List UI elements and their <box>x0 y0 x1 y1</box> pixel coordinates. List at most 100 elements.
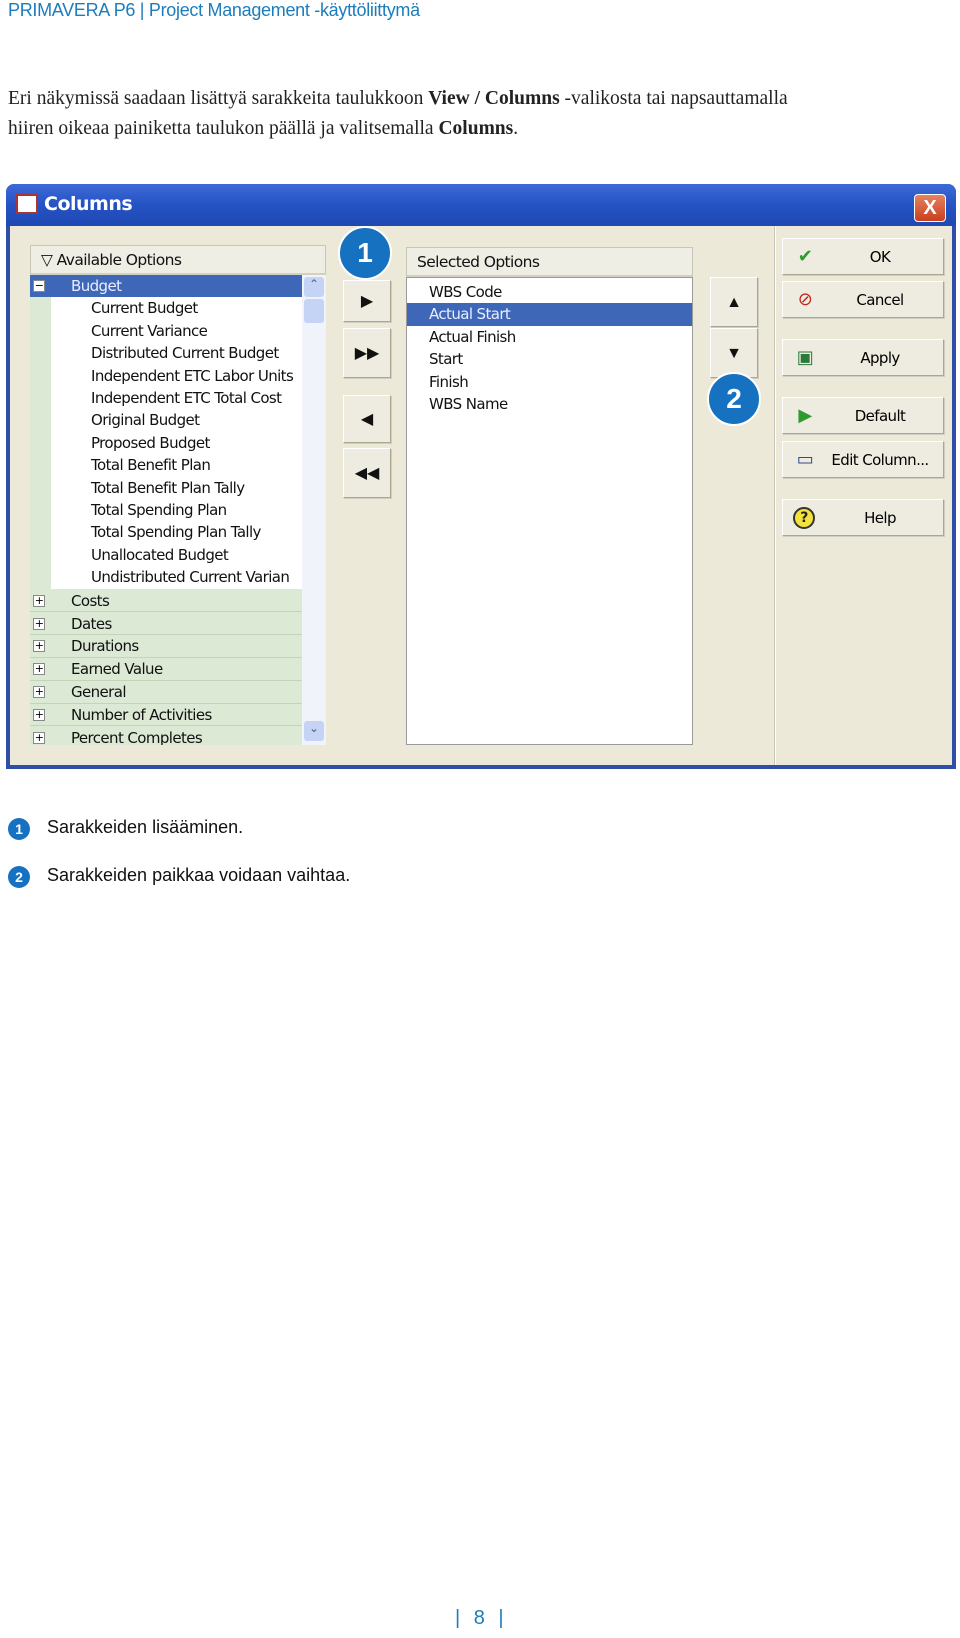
divider <box>774 226 776 765</box>
remove-all-columns-button[interactable]: ◀◀ <box>343 448 391 498</box>
selected-option-item[interactable]: Start <box>407 348 692 370</box>
cancel-icon: ⊘ <box>797 289 813 310</box>
tree-item[interactable]: Independent ETC Total Cost <box>51 387 302 410</box>
ok-button[interactable]: ✔ OK <box>782 238 944 275</box>
button-label: Edit Column... <box>831 451 929 469</box>
page-header: PRIMAVERA P6 | Project Management -käytt… <box>8 0 420 20</box>
available-options-tree[interactable]: − Budget Current Budget Current Variance Dis… <box>30 275 326 745</box>
available-options-header[interactable]: ▽ Available Options <box>30 245 326 275</box>
arrow-right-icon: ▶ <box>360 293 374 310</box>
menu-item-name: Columns <box>438 118 514 139</box>
selected-option-item[interactable]: WBS Name <box>407 393 692 415</box>
row-label: Proposed Budget <box>91 433 210 452</box>
button-label: OK <box>869 248 891 266</box>
selected-option-item[interactable]: Actual Start <box>407 303 692 326</box>
expand-icon[interactable]: + <box>33 686 45 699</box>
intro-line-1: Eri näkymissä saadaan lisättyä sarakkeit… <box>8 88 788 110</box>
add-column-button[interactable]: ▶ <box>343 280 391 322</box>
tree-item[interactable]: Total Benefit Plan Tally <box>51 476 302 499</box>
move-down-button[interactable]: ▼ <box>710 328 758 378</box>
button-label: Help <box>864 509 896 527</box>
menu-path: View / Columns <box>428 88 560 109</box>
help-button[interactable]: ? Help <box>782 499 944 536</box>
row-label: Dates <box>71 614 112 633</box>
selected-option-item[interactable]: Finish <box>407 371 692 393</box>
row-label: Total Benefit Plan <box>91 456 211 475</box>
scroll-down-button[interactable]: ⌄ <box>304 721 324 741</box>
apply-button[interactable]: ▣ Apply <box>782 339 944 376</box>
cancel-button[interactable]: ⊘ Cancel <box>782 281 944 318</box>
selected-option-item[interactable]: Actual Finish <box>407 326 692 348</box>
row-label: WBS Code <box>429 283 502 301</box>
remove-column-button[interactable]: ◀ <box>343 395 391 443</box>
scroll-up-button[interactable]: ⌃ <box>304 277 324 297</box>
expand-icon[interactable]: + <box>33 732 45 744</box>
title-bar[interactable]: Columns X <box>6 184 956 226</box>
tree-item[interactable]: Total Spending Plan Tally <box>51 521 302 544</box>
tree-item[interactable]: Current Variance <box>51 319 302 343</box>
selected-options-list[interactable]: WBS Code Actual Start Actual Finish Start Fi… <box>406 277 693 745</box>
tree-item[interactable]: Proposed Budget <box>51 431 302 455</box>
button-label: Apply <box>860 349 900 367</box>
row-label: Unallocated Budget <box>91 545 229 564</box>
row-label: Undistributed Current Varian <box>91 568 290 587</box>
app-icon <box>16 194 38 214</box>
tree-group[interactable]: + Costs <box>30 589 302 612</box>
help-icon: ? <box>793 507 815 529</box>
collapse-icon[interactable]: − <box>33 280 45 292</box>
row-label: Durations <box>71 637 139 656</box>
available-options-title: Available Options <box>56 251 182 269</box>
scroll-thumb[interactable] <box>304 299 324 323</box>
triangle-up-icon: ▲ <box>726 294 742 311</box>
page-number: | 8 | <box>455 1607 508 1629</box>
expand-icon[interactable]: + <box>33 594 45 607</box>
edit-column-icon: ▭ <box>796 449 814 470</box>
tree-item[interactable]: Total Benefit Plan <box>51 454 302 477</box>
expand-icon[interactable]: + <box>33 640 45 653</box>
edit-column-button[interactable]: ▭ Edit Column... <box>782 441 944 478</box>
callout-badge-2: 2 <box>707 372 761 426</box>
tree-group-budget[interactable]: − Budget <box>30 275 302 298</box>
expand-icon[interactable]: + <box>33 663 45 676</box>
expand-icon[interactable]: + <box>33 617 45 630</box>
move-up-button[interactable]: ▲ <box>710 277 758 327</box>
row-label: Independent ETC Total Cost <box>91 389 282 407</box>
dialog-title: Columns <box>44 193 133 215</box>
tree-group[interactable]: + Percent Completes <box>30 727 302 745</box>
tree-item[interactable]: Original Budget <box>51 409 302 432</box>
row-label: Total Benefit Plan Tally <box>91 478 245 497</box>
tree-item[interactable]: Unallocated Budget <box>51 543 302 567</box>
row-label: Current Budget <box>91 299 198 318</box>
footnote-badge-2: 2 <box>8 866 30 888</box>
tree-item[interactable]: Current Budget <box>51 297 302 320</box>
row-label: Total Spending Plan Tally <box>91 523 261 542</box>
intro-text: -valikosta tai napsauttamalla <box>559 88 788 109</box>
tree-group[interactable]: + Earned Value <box>30 658 302 681</box>
tree-group[interactable]: + Dates <box>30 612 302 635</box>
intro-line-2: hiiren oikeaa painiketta taulukon päällä… <box>8 118 518 140</box>
tree-item[interactable]: Undistributed Current Varian <box>51 566 302 589</box>
tree-item[interactable]: Independent ETC Labor Units <box>51 364 302 387</box>
footnote-badge-1: 1 <box>8 818 30 840</box>
tree-item[interactable]: Total Spending Plan <box>51 499 302 522</box>
tree-item[interactable]: Distributed Current Budget <box>51 342 302 365</box>
scrollbar[interactable]: ⌃ ⌄ <box>302 275 326 745</box>
footnote-2: Sarakkeiden paikkaa voidaan vaihtaa. <box>47 865 351 885</box>
selected-option-item[interactable]: WBS Code <box>407 281 692 303</box>
add-all-columns-button[interactable]: ▶▶ <box>343 328 391 378</box>
tree-group[interactable]: + Number of Activities <box>30 704 302 727</box>
tree-group[interactable]: + Durations <box>30 635 302 658</box>
close-button[interactable]: X <box>914 194 946 222</box>
expand-icon[interactable]: + <box>33 709 45 722</box>
sort-triangle-icon: ▽ <box>41 251 57 269</box>
row-label: Independent ETC Labor Units <box>91 366 294 385</box>
columns-dialog: Columns X ▽ Available Options − Budget Cur… <box>6 184 956 769</box>
tree-group[interactable]: + General <box>30 681 302 704</box>
row-label: Budget <box>71 277 122 295</box>
selected-options-header[interactable]: Selected Options <box>406 247 693 277</box>
row-label: Actual Start <box>429 305 511 324</box>
row-label: Distributed Current Budget <box>91 344 279 363</box>
default-button[interactable]: ▶ Default <box>782 397 944 434</box>
arrow-left-icon: ◀ <box>360 411 374 428</box>
row-label: Actual Finish <box>429 327 516 346</box>
